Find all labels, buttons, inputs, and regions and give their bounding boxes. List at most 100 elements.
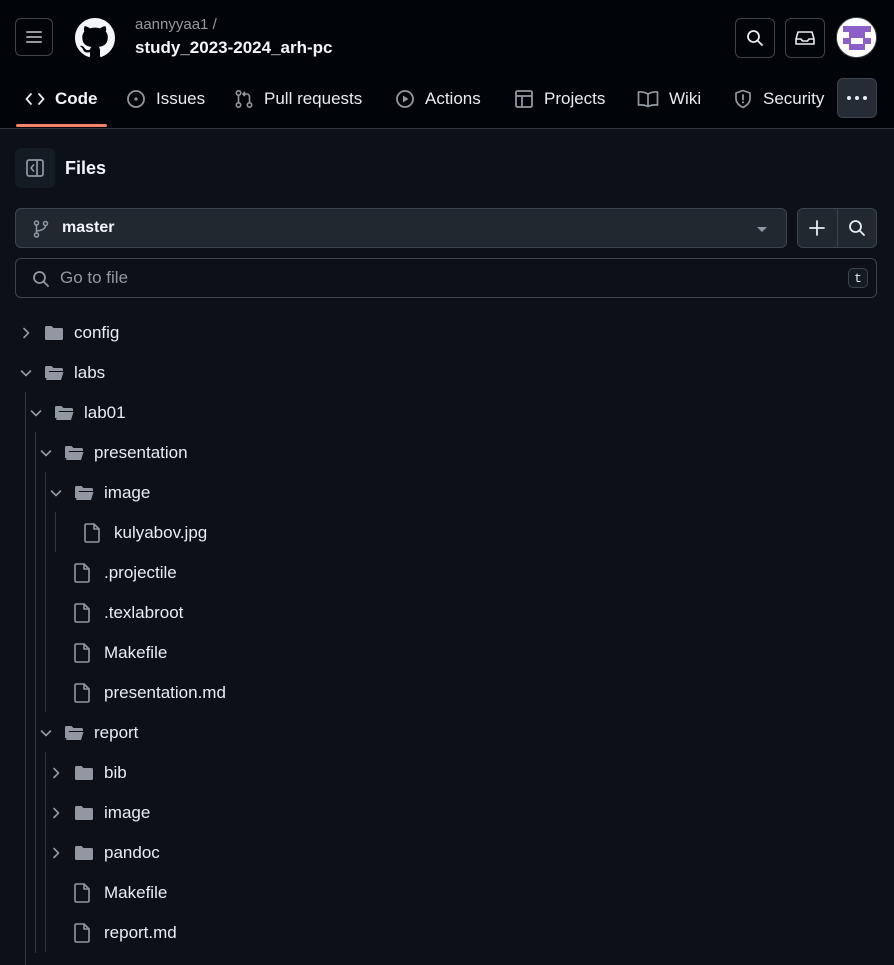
tree-item-folder[interactable]: image xyxy=(46,793,150,833)
repo-name-link[interactable]: study_2023-2024_arh-pc xyxy=(135,38,333,58)
tree-item-label: presentation xyxy=(94,443,188,462)
branch-selector[interactable]: master xyxy=(15,208,787,248)
tree-item-label: bib xyxy=(104,763,127,782)
keyboard-shortcut-hint: t xyxy=(848,268,868,288)
tree-item-folder[interactable]: presentation xyxy=(36,433,188,473)
collapse-file-tree-button[interactable] xyxy=(15,148,55,188)
active-tab-indicator xyxy=(16,124,107,127)
folder-open-icon xyxy=(75,486,94,500)
search-code-button[interactable] xyxy=(838,209,877,247)
folder-open-icon xyxy=(65,726,84,740)
tab-code[interactable]: Code xyxy=(25,72,98,126)
folder-open-icon xyxy=(65,446,84,460)
git-pull-request-icon xyxy=(235,89,253,109)
tree-item-folder[interactable]: report xyxy=(36,713,138,753)
sidebar-collapse-icon xyxy=(26,159,44,177)
file-icon xyxy=(84,523,100,543)
repo-owner-link[interactable]: aannyyaa1 / xyxy=(135,16,217,33)
tree-item-label: presentation.md xyxy=(104,683,226,702)
chevron-right-icon xyxy=(53,807,60,819)
tree-item-file[interactable]: .texlabroot xyxy=(46,593,183,633)
git-branch-icon xyxy=(33,220,49,238)
inbox-button[interactable] xyxy=(785,18,825,58)
tree-item-folder[interactable]: lab01 xyxy=(26,393,126,433)
tree-item-label: pandoc xyxy=(104,843,160,862)
folder-open-icon xyxy=(55,406,74,420)
tree-item-label: Makefile xyxy=(104,643,168,662)
tree-item-folder[interactable]: image xyxy=(46,473,150,513)
tree-guide-line xyxy=(35,432,36,953)
folder-icon xyxy=(75,766,93,780)
tab-label: Issues xyxy=(156,89,206,108)
search-button[interactable] xyxy=(735,18,775,58)
file-icon xyxy=(74,923,90,943)
table-icon xyxy=(515,90,533,108)
add-file-button[interactable] xyxy=(798,209,838,247)
tree-item-file[interactable]: kulyabov.jpg xyxy=(56,513,207,553)
tree-item-folder[interactable]: config xyxy=(16,313,119,353)
chevron-down-icon xyxy=(40,730,52,737)
tab-actions[interactable]: Actions xyxy=(395,72,481,126)
file-icon xyxy=(74,683,90,703)
hamburger-icon xyxy=(26,31,42,43)
tree-item-label: .projectile xyxy=(104,563,177,582)
menu-button[interactable] xyxy=(15,18,53,56)
issue-opened-icon xyxy=(127,90,145,108)
tab-label: Code xyxy=(55,89,98,108)
search-icon xyxy=(33,271,49,287)
tree-item-label: lab01 xyxy=(84,403,126,422)
go-to-file-box: t xyxy=(15,258,877,298)
tree-item-file[interactable]: Makefile xyxy=(46,873,167,913)
tree-item-file[interactable]: Makefile xyxy=(46,633,167,673)
tab-label: Pull requests xyxy=(264,89,363,108)
tree-item-label: report xyxy=(94,723,139,742)
tab-issues[interactable]: Issues xyxy=(126,72,205,126)
code-icon xyxy=(25,93,45,105)
file-icon xyxy=(74,603,90,623)
tab-wiki[interactable]: Wiki xyxy=(637,72,701,126)
more-tabs-button[interactable] xyxy=(837,78,877,118)
chevron-down-icon xyxy=(40,450,52,457)
tree-item-file[interactable]: .projectile xyxy=(46,553,177,593)
tree-item-file[interactable]: report.md xyxy=(46,913,177,953)
kebab-horizontal-icon xyxy=(847,96,867,100)
file-icon xyxy=(74,883,90,903)
tree-item-label: .texlabroot xyxy=(104,603,184,622)
chevron-right-icon xyxy=(23,327,30,339)
triangle-down-icon xyxy=(757,227,767,232)
tab-pull-requests[interactable]: Pull requests xyxy=(234,72,362,126)
tab-security[interactable]: Security xyxy=(733,72,824,126)
tab-label: Security xyxy=(763,89,825,108)
files-heading: Files xyxy=(65,158,107,178)
chevron-down-icon xyxy=(30,410,42,417)
tab-label: Actions xyxy=(425,89,481,108)
search-icon xyxy=(848,220,865,236)
tree-item-label: image xyxy=(104,483,151,502)
tree-guide-line xyxy=(25,392,26,965)
shield-icon xyxy=(735,89,751,109)
tree-item-label: config xyxy=(74,323,120,342)
go-to-file-input[interactable] xyxy=(60,261,840,295)
avatar[interactable] xyxy=(836,17,877,58)
chevron-right-icon xyxy=(53,767,60,779)
tree-item-file[interactable]: presentation.md xyxy=(46,673,226,713)
tree-item-folder[interactable]: pandoc xyxy=(46,833,160,873)
github-logo-icon[interactable] xyxy=(75,18,115,58)
search-icon xyxy=(747,30,763,46)
book-icon xyxy=(637,91,659,108)
chevron-right-icon xyxy=(53,847,60,859)
tree-item-label: Makefile xyxy=(104,883,168,902)
chevron-down-icon xyxy=(20,370,32,377)
tree-item-folder[interactable]: bib xyxy=(46,753,127,793)
folder-icon xyxy=(45,326,63,340)
file-actions-group xyxy=(797,208,877,248)
tree-item-folder[interactable]: labs xyxy=(16,353,105,393)
plus-icon xyxy=(809,220,826,236)
user-identicon xyxy=(837,18,876,57)
tab-label: Projects xyxy=(544,89,606,108)
chevron-down-icon xyxy=(50,490,62,497)
tab-projects[interactable]: Projects xyxy=(514,72,605,126)
folder-icon xyxy=(75,806,93,820)
file-icon xyxy=(74,563,90,583)
repo-nav: Code Issues Pull requests Actions Projec… xyxy=(0,72,894,128)
